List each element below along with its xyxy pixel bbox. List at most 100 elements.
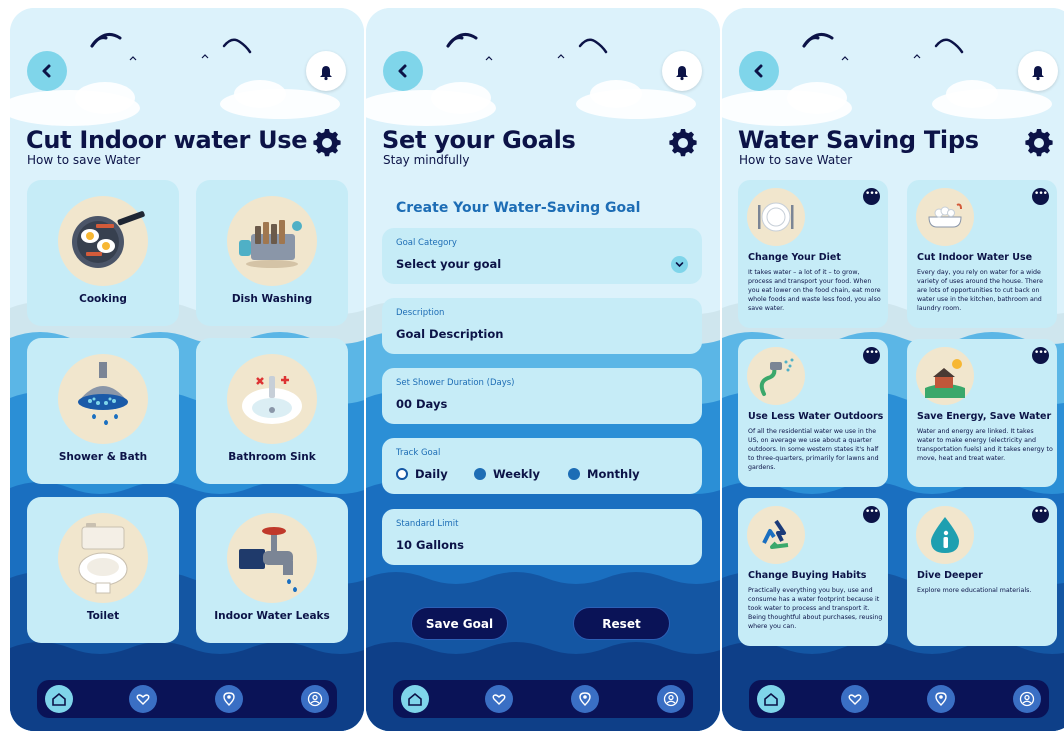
house-sun-icon xyxy=(925,359,965,398)
description-field[interactable]: Description Goal Description xyxy=(382,298,702,354)
toilet-icon xyxy=(78,523,128,594)
radio-dot-icon xyxy=(474,468,486,480)
nav-profile[interactable] xyxy=(1013,685,1041,713)
chevron-down-icon[interactable] xyxy=(671,256,688,273)
goal-category-select[interactable]: Goal Category Select your goal xyxy=(382,228,702,284)
more-options-button[interactable]: ••• xyxy=(1032,188,1049,205)
leaking-faucet-icon xyxy=(239,527,297,592)
more-options-button[interactable]: ••• xyxy=(863,506,880,523)
back-button[interactable] xyxy=(739,51,779,91)
category-card-toilet[interactable]: Toilet xyxy=(27,497,179,643)
tip-description: Explore more educational materials. xyxy=(917,587,1032,594)
tip-title: Change Buying Habits xyxy=(748,570,867,581)
bottom-nav xyxy=(749,680,1049,718)
screen-water-saving-tips: Water Saving Tips How to save Water ••• … xyxy=(722,8,1064,731)
nav-home[interactable] xyxy=(757,685,785,713)
tip-card-cut-indoor-water-use[interactable]: ••• Cut Indoor Water Use Every day, you … xyxy=(907,180,1057,328)
frying-pan-icon xyxy=(72,211,145,268)
radio-label: Monthly xyxy=(587,467,640,481)
notification-button[interactable] xyxy=(1018,51,1058,91)
gear-icon[interactable] xyxy=(1024,128,1054,158)
gear-icon[interactable] xyxy=(312,128,342,158)
category-image-circle xyxy=(227,513,317,603)
sink-icon xyxy=(242,376,302,424)
nav-profile[interactable] xyxy=(301,685,329,713)
category-card-dish-washing[interactable]: Dish Washing xyxy=(196,180,348,326)
nav-profile[interactable] xyxy=(657,685,685,713)
tip-card-dive-deeper[interactable]: ••• Dive Deeper Explore more educational… xyxy=(907,498,1057,646)
category-image-circle xyxy=(58,513,148,603)
more-options-button[interactable]: ••• xyxy=(1032,506,1049,523)
shower-duration-field[interactable]: Set Shower Duration (Days) 00 Days xyxy=(382,368,702,424)
category-label: Bathroom Sink xyxy=(228,451,316,463)
category-card-indoor-water-leaks[interactable]: Indoor Water Leaks xyxy=(196,497,348,643)
notification-button[interactable] xyxy=(306,51,346,91)
radio-label: Daily xyxy=(415,467,448,481)
radio-weekly[interactable]: Weekly xyxy=(474,467,540,481)
nav-location[interactable] xyxy=(571,685,599,713)
bell-icon xyxy=(320,66,332,81)
info-drop-icon xyxy=(931,517,959,553)
heart-hand-icon xyxy=(848,694,862,705)
save-goal-button[interactable]: Save Goal xyxy=(411,607,508,640)
tip-card-use-less-water-outdoors[interactable]: ••• Use Less Water Outdoors Of all the r… xyxy=(738,339,888,487)
bell-icon xyxy=(1032,66,1044,81)
home-icon xyxy=(764,692,778,706)
bottom-nav xyxy=(393,680,693,718)
back-button[interactable] xyxy=(27,51,67,91)
standard-limit-field[interactable]: Standard Limit 10 Gallons xyxy=(382,509,702,565)
track-goal-group: Track Goal Daily Weekly Monthly xyxy=(382,438,702,494)
nav-community[interactable] xyxy=(129,685,157,713)
tip-title: Use Less Water Outdoors xyxy=(748,411,884,422)
bathtub-icon xyxy=(928,203,962,228)
plate-cutlery-icon xyxy=(758,202,794,232)
more-options-button[interactable]: ••• xyxy=(863,188,880,205)
reset-button[interactable]: Reset xyxy=(573,607,670,640)
category-card-bathroom-sink[interactable]: Bathroom Sink xyxy=(196,338,348,484)
notification-button[interactable] xyxy=(662,51,702,91)
category-card-shower-bath[interactable]: Shower & Bath xyxy=(27,338,179,484)
category-image-circle xyxy=(227,354,317,444)
field-label: Standard Limit xyxy=(396,519,459,529)
more-options-button[interactable]: ••• xyxy=(1032,347,1049,364)
screen-cut-indoor-water-use: Cut Indoor water Use How to save Water C… xyxy=(10,8,364,731)
tip-description: Practically everything you buy, use and … xyxy=(748,587,883,631)
category-label: Dish Washing xyxy=(231,293,313,305)
garden-hose-icon xyxy=(759,358,794,396)
field-label: Track Goal xyxy=(396,448,441,458)
category-card-cooking[interactable]: Cooking xyxy=(27,180,179,326)
tip-description: Water and energy are linked. It takes wa… xyxy=(917,428,1053,463)
field-value: 10 Gallons xyxy=(396,538,465,552)
radio-monthly[interactable]: Monthly xyxy=(568,467,640,481)
tip-image-circle xyxy=(747,188,805,246)
location-pin-icon xyxy=(935,692,947,706)
nav-community[interactable] xyxy=(485,685,513,713)
screen-set-your-goals: Set your Goals Stay mindfully Create You… xyxy=(366,8,720,731)
tip-title: Change Your Diet xyxy=(748,252,841,263)
form-title: Create Your Water-Saving Goal xyxy=(396,200,641,216)
more-options-button[interactable]: ••• xyxy=(863,347,880,364)
tip-card-change-buying-habits[interactable]: ••• Change Buying Habits Practically eve… xyxy=(738,498,888,646)
nav-location[interactable] xyxy=(927,685,955,713)
nav-home[interactable] xyxy=(401,685,429,713)
category-image-circle xyxy=(227,196,317,286)
nav-community[interactable] xyxy=(841,685,869,713)
nav-location[interactable] xyxy=(215,685,243,713)
category-image-circle xyxy=(58,354,148,444)
shower-head-icon xyxy=(78,362,128,425)
back-button[interactable] xyxy=(383,51,423,91)
gear-icon[interactable] xyxy=(668,128,698,158)
recycle-icon xyxy=(762,519,789,549)
page-title: Water Saving Tips xyxy=(738,126,979,154)
tip-card-change-your-diet[interactable]: ••• Change Your Diet It takes water – a … xyxy=(738,180,888,328)
field-value: Goal Description xyxy=(396,327,504,341)
page-title: Cut Indoor water Use xyxy=(26,126,308,154)
nav-home[interactable] xyxy=(45,685,73,713)
radio-daily[interactable]: Daily xyxy=(396,467,448,481)
location-pin-icon xyxy=(223,692,235,706)
tip-image-circle xyxy=(916,347,974,405)
tip-image-circle xyxy=(916,506,974,564)
field-value: 00 Days xyxy=(396,397,448,411)
tip-card-save-energy-save-water[interactable]: ••• Save Energy, Save Water Water and en… xyxy=(907,339,1057,487)
page-subtitle: How to save Water xyxy=(739,153,853,167)
